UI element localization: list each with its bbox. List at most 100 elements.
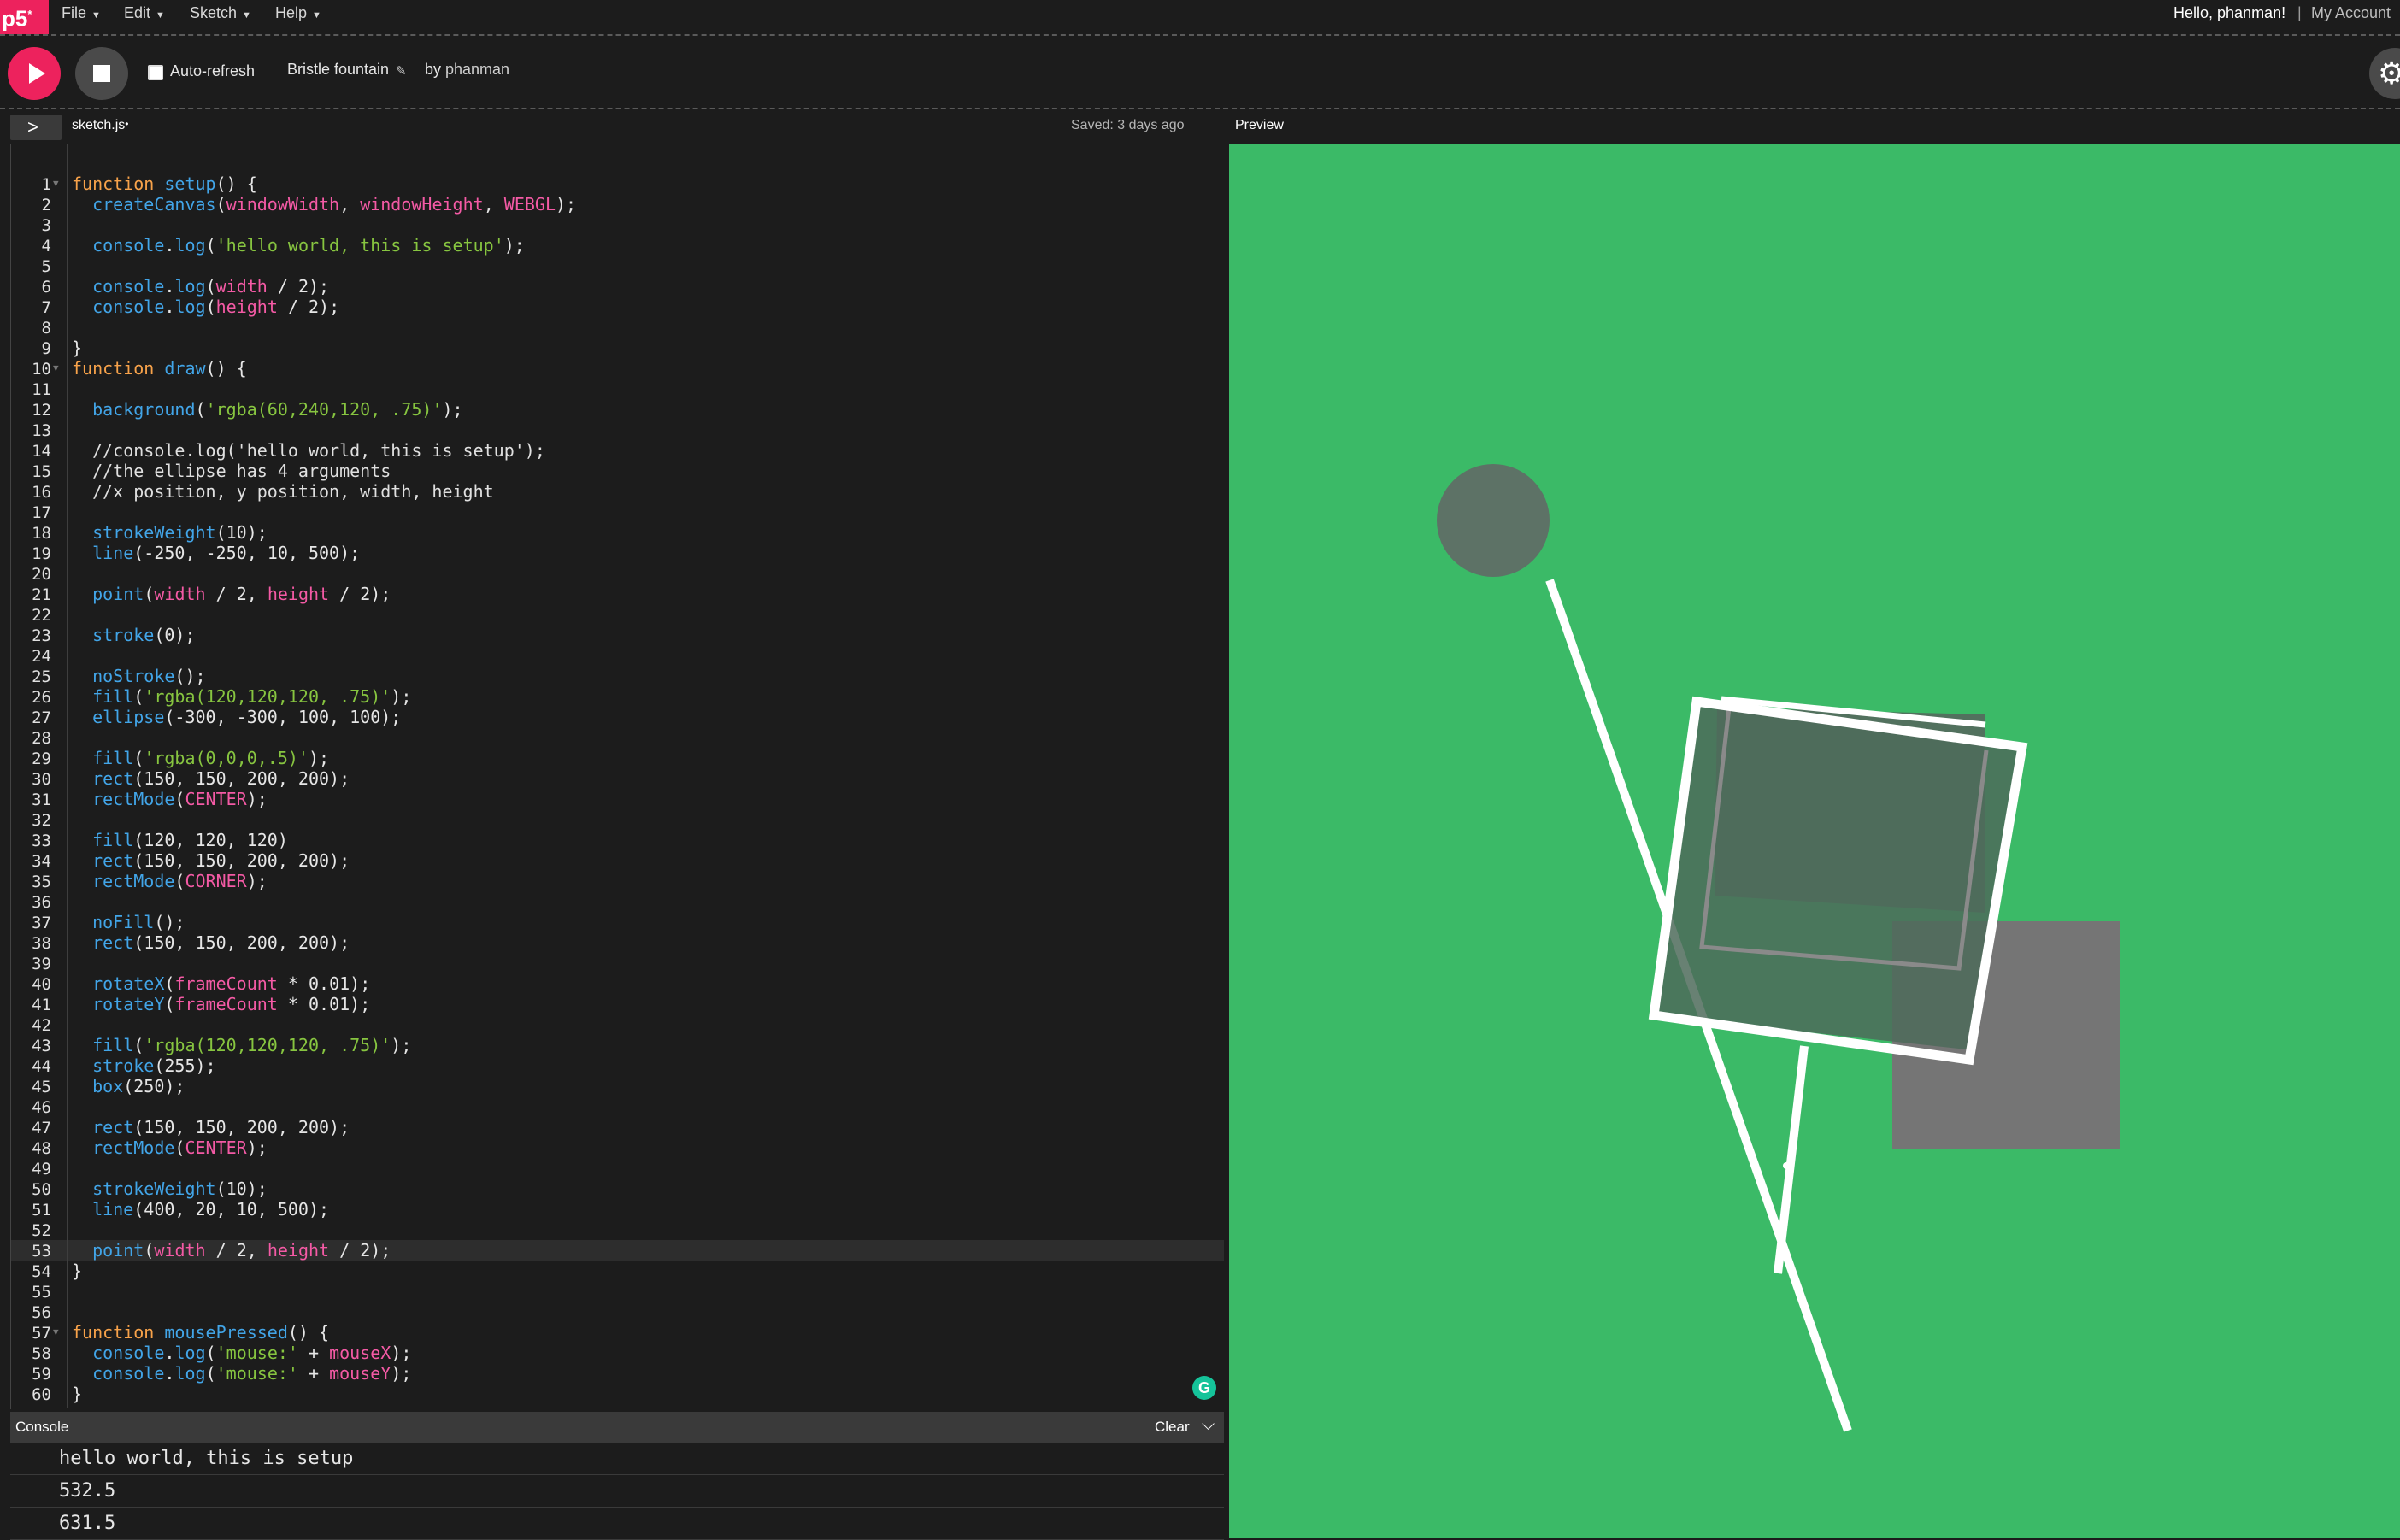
code-line[interactable]: 55 [12,1281,1217,1302]
code-line[interactable]: 49 [12,1158,1217,1179]
line-number: 59 [32,1365,51,1384]
code-line[interactable]: 2 createCanvas(windowWidth, windowHeight… [12,194,1217,215]
code-line[interactable]: 18 strokeWeight(10); [12,522,1217,543]
code-line[interactable]: 6 console.log(width / 2); [12,276,1217,297]
code-line[interactable]: 1 ▼ function setup() { [12,173,1217,194]
code-line[interactable]: 29 fill('rgba(0,0,0,.5)'); [12,748,1217,768]
line-number: 20 [32,565,51,584]
code-line[interactable]: 44 stroke(255); [12,1055,1217,1076]
code-line[interactable]: 48 rectMode(CENTER); [12,1137,1217,1158]
code-line[interactable]: 16 //x position, y position, width, heig… [12,481,1217,502]
code-line[interactable]: 12 background('rgba(60,240,120, .75)'); [12,399,1217,420]
file-tab[interactable]: sketch.js• [72,118,128,133]
code-line[interactable]: 57 ▼ function mousePressed() { [12,1322,1217,1343]
code-line[interactable]: 7 console.log(height / 2); [12,297,1217,317]
auto-refresh-checkbox[interactable] [148,65,163,80]
code-line[interactable]: 41 rotateY(frameCount * 0.01); [12,994,1217,1014]
author-link[interactable]: phanman [445,61,509,79]
code-line[interactable]: 35 rectMode(CORNER); [12,871,1217,891]
code-line[interactable]: 59 console.log('mouse:' + mouseY); [12,1363,1217,1384]
code-lines[interactable]: 1 ▼ function setup() {2 createCanvas(windo… [12,173,1217,1404]
pencil-icon[interactable]: ✎ [396,63,407,79]
auto-refresh-label[interactable]: Auto-refresh [170,62,255,80]
code-line[interactable]: 43 fill('rgba(120,120,120, .75)'); [12,1035,1217,1055]
play-button[interactable] [8,47,61,100]
code-line[interactable]: 38 rect(150, 150, 200, 200); [12,932,1217,953]
code-line[interactable]: 15 //the ellipse has 4 arguments [12,461,1217,481]
settings-button[interactable]: ⚙ [2369,48,2400,99]
stop-button[interactable] [75,47,128,100]
fold-arrow-icon[interactable]: ▼ [53,358,62,379]
code-line[interactable]: 54 } [12,1261,1217,1281]
code-line[interactable]: 40 rotateX(frameCount * 0.01); [12,973,1217,994]
p5-logo[interactable]: p5* [0,0,49,34]
code-line[interactable]: 13 [12,420,1217,440]
code-line[interactable]: 52 [12,1220,1217,1240]
menu-file[interactable]: File ▼ [62,0,101,34]
code-line[interactable]: 30 rect(150, 150, 200, 200); [12,768,1217,789]
code-line[interactable]: 33 fill(120, 120, 120) [12,830,1217,850]
code-line[interactable]: 32 [12,809,1217,830]
fold-arrow-icon[interactable]: ▼ [53,173,62,194]
code-line[interactable]: 5 [12,256,1217,276]
line-number: 30 [32,770,51,789]
code-line[interactable]: 56 [12,1302,1217,1322]
code-line[interactable]: 42 [12,1014,1217,1035]
code-line[interactable]: 51 line(400, 20, 10, 500); [12,1199,1217,1220]
code-token: / 2); [329,584,391,604]
code-line[interactable]: 31 rectMode(CENTER); [12,789,1217,809]
code-line[interactable]: 27 ellipse(-300, -300, 100, 100); [12,707,1217,727]
sidebar-toggle-button[interactable]: > [10,115,62,140]
code-line[interactable]: 22 [12,604,1217,625]
code-text: console.log(height / 2); [72,297,339,317]
chevron-down-icon[interactable]: ⌵ [1202,1415,1215,1435]
grammarly-icon[interactable]: G [1192,1376,1216,1400]
code-line[interactable]: 50 strokeWeight(10); [12,1179,1217,1199]
code-line[interactable]: 23 stroke(0); [12,625,1217,645]
code-line[interactable]: 46 [12,1096,1217,1117]
fold-gutter [53,727,62,748]
code-line[interactable]: 10 ▼ function draw() { [12,358,1217,379]
menu-edit[interactable]: Edit ▼ [124,0,165,34]
code-line[interactable]: 47 rect(150, 150, 200, 200); [12,1117,1217,1137]
code-line[interactable]: 17 [12,502,1217,522]
code-line[interactable]: 24 [12,645,1217,666]
code-line[interactable]: 14 //console.log('hello world, this is s… [12,440,1217,461]
code-line[interactable]: 28 [12,727,1217,748]
code-line[interactable]: 60 } [12,1384,1217,1404]
code-line[interactable]: 20 [12,563,1217,584]
code-line[interactable]: 4 console.log('hello world, this is setu… [12,235,1217,256]
menu-sketch[interactable]: Sketch ▼ [190,0,251,34]
sketch-name[interactable]: Bristle fountain [287,61,389,79]
code-line[interactable]: 36 [12,891,1217,912]
code-line[interactable]: 11 [12,379,1217,399]
fold-arrow-icon[interactable]: ▼ [53,1322,62,1343]
sketch-preview-canvas[interactable] [1229,144,2400,1538]
code-line[interactable]: 58 console.log('mouse:' + mouseX); [12,1343,1217,1363]
line-number: 58 [32,1344,51,1363]
code-line[interactable]: 25 noStroke(); [12,666,1217,686]
code-line[interactable]: 21 point(width / 2, height / 2); [12,584,1217,604]
code-line[interactable]: 34 rect(150, 150, 200, 200); [12,850,1217,871]
menu-help[interactable]: Help ▼ [275,0,321,34]
code-token: + [297,1343,330,1363]
code-line[interactable]: 8 [12,317,1217,338]
code-line[interactable]: 19 line(-250, -250, 10, 500); [12,543,1217,563]
fold-gutter [53,1055,62,1076]
code-line[interactable]: 39 [12,953,1217,973]
code-line[interactable]: 3 [12,215,1217,235]
line-number: 19 [32,544,51,563]
code-line[interactable]: 9 } [12,338,1217,358]
code-line[interactable]: 45 box(250); [12,1076,1217,1096]
code-text: rotateY(frameCount * 0.01); [72,994,370,1014]
console-clear-button[interactable]: Clear [1155,1419,1190,1436]
code-token: rotateY [92,994,165,1014]
code-line[interactable]: 53 point(width / 2, height / 2); [12,1240,1217,1261]
code-line[interactable]: 26 fill('rgba(120,120,120, .75)'); [12,686,1217,707]
fold-gutter [53,686,62,707]
fold-gutter [53,973,62,994]
my-account-link[interactable]: My Account [2311,0,2391,26]
code-token: mouseX [329,1343,391,1363]
code-line[interactable]: 37 noFill(); [12,912,1217,932]
